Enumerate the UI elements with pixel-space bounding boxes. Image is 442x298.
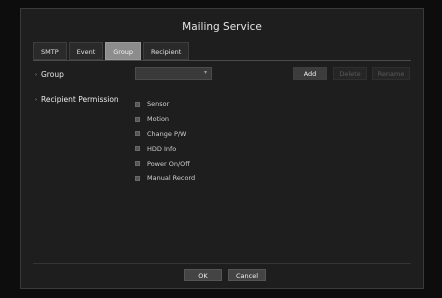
checkbox[interactable] [135,175,140,181]
checkbox[interactable] [135,116,140,122]
permission-label: Sensor [147,100,170,109]
dialog-title: Mailing Service [182,21,262,33]
mailing-service-dialog: Mailing Service SMTP Event Group Recipie… [20,8,424,289]
permission-manual-record[interactable]: Manual Record [135,171,195,186]
footer-divider [33,263,411,264]
checkbox[interactable] [135,161,140,167]
recipient-permission-row-label: › Recipient Permission [35,95,119,104]
permission-label: Manual Record [147,174,196,183]
add-button[interactable]: Add [293,67,327,80]
group-label: Group [41,70,64,79]
permission-hdd-info[interactable]: HDD Info [135,141,195,156]
checkbox[interactable] [135,146,140,152]
permission-label: Change P/W [147,129,187,138]
recipient-permission-label: Recipient Permission [41,95,119,104]
permission-label: Motion [147,115,170,124]
cancel-button[interactable]: Cancel [228,269,266,281]
tab-smtp[interactable]: SMTP [33,42,67,60]
tab-divider [33,60,411,61]
permission-label: Power On/Off [147,159,190,168]
checkbox[interactable] [135,101,140,107]
permission-power-on-off[interactable]: Power On/Off [135,156,195,171]
bullet-arrow-icon: › [35,72,37,78]
checkbox[interactable] [135,131,140,137]
permission-sensor[interactable]: Sensor [135,97,195,112]
permission-label: HDD Info [147,144,177,153]
ok-button[interactable]: OK [184,269,222,281]
tab-group[interactable]: Group [105,42,142,60]
rename-button[interactable]: Rename [372,67,410,80]
permission-change-pw[interactable]: Change P/W [135,127,195,142]
dropdown-caret-icon: ▾ [203,69,207,76]
group-select[interactable]: ▾ [135,67,212,80]
group-row-label: › Group [35,70,64,79]
delete-button[interactable]: Delete [333,67,367,80]
permission-list: Sensor Motion Change P/W HDD Info Power … [135,97,195,186]
bullet-arrow-icon: › [35,97,37,103]
tab-bar: SMTP Event Group Recipient [33,42,190,60]
tab-event[interactable]: Event [68,42,104,60]
tab-recipient[interactable]: Recipient [143,42,190,60]
permission-motion[interactable]: Motion [135,112,195,127]
